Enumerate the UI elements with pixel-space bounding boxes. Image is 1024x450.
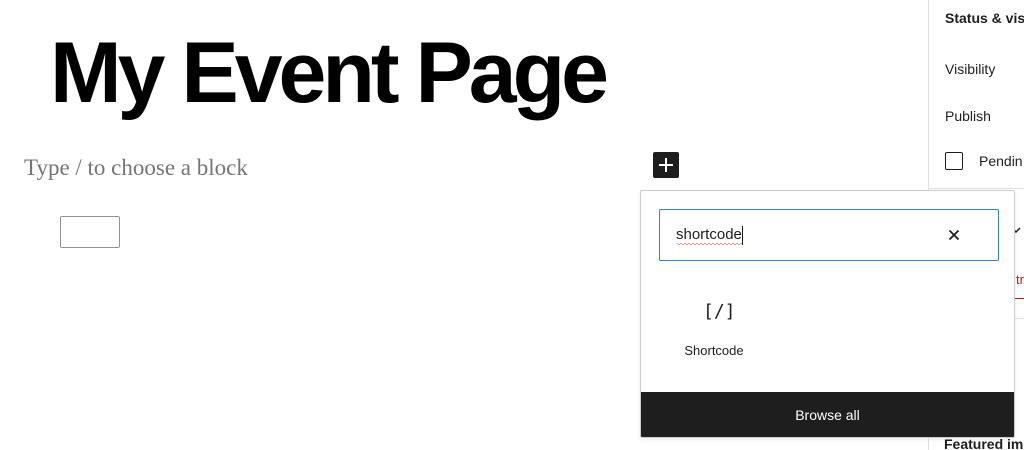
sidebar-select[interactable] [60,216,120,248]
block-inserter-toggle-button[interactable] [653,152,679,178]
browse-all-button[interactable]: Browse all [641,392,1014,437]
publish-label: Publish [945,108,991,124]
visibility-label: Visibility [945,61,996,77]
featured-image-panel-toggle[interactable]: Featured im [944,436,1023,450]
text-caret [742,226,743,245]
shortcode-icon: [/] [703,301,736,322]
post-title[interactable]: My Event Page [50,18,609,128]
status-visibility-panel-toggle[interactable]: Status & vis [945,10,1024,26]
panel-divider [929,188,1024,189]
spellcheck-underline [677,243,743,246]
quick-inserter-popover: [/] Shortcode Browse all [640,190,1015,438]
pending-review-checkbox[interactable] [945,152,963,170]
block-result-shortcode[interactable]: [/] Shortcode [669,291,759,371]
clear-search-button[interactable] [942,223,966,247]
block-search-input[interactable] [660,210,950,259]
block-result-label: Shortcode [684,343,744,358]
sidebar-error-text: tr [1016,272,1024,287]
close-icon [948,229,960,241]
editor-app: My Event Page Type / to choose a block S… [0,0,1024,450]
block-search-box [659,209,999,261]
pending-review-label: Pendin [979,153,1023,169]
block-appender-placeholder[interactable]: Type / to choose a block [24,153,248,183]
plus-icon [659,158,673,172]
pending-review-row: Pendin [945,152,1023,170]
panel-divider-2 [1014,318,1024,319]
